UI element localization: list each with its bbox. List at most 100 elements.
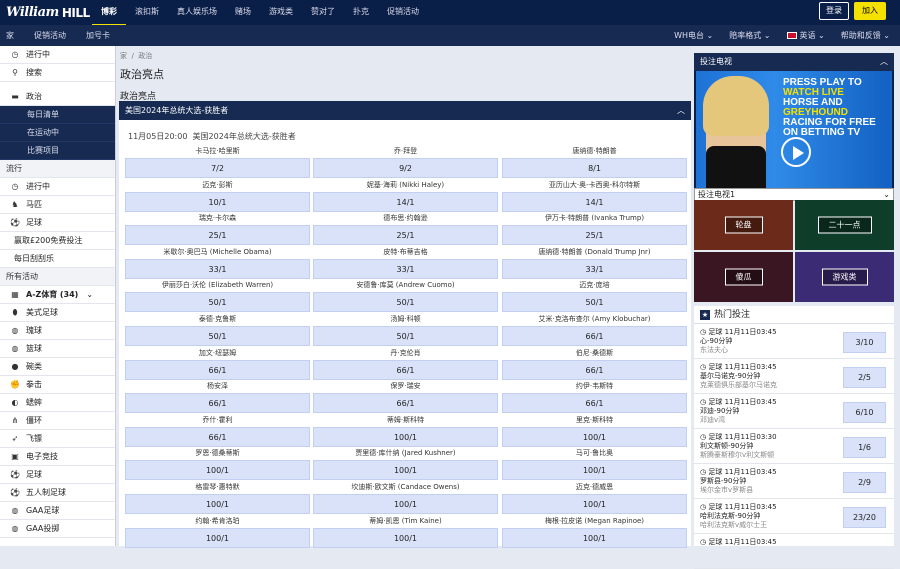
hot-bet-odds-button[interactable]: 6/10 — [843, 402, 886, 423]
odds-button[interactable]: 100/1 — [313, 494, 498, 514]
odds-button[interactable]: 50/1 — [313, 326, 498, 346]
sidebar-item-daily-list[interactable]: 每日清单 — [0, 106, 115, 124]
sidebar-sport-boxing[interactable]: ✊ 拳击 — [0, 376, 115, 394]
sidebar-item-horse[interactable]: ♞ 马匹 — [0, 196, 115, 214]
hot-bet-row[interactable]: ◷ 足球 11月11日03:45 罗斯县-90分钟 埃尔金市v罗斯县 2/9 — [694, 465, 894, 499]
sidebar-item-football[interactable]: ⚽ 足球 — [0, 214, 115, 232]
odds-button[interactable]: 66/1 — [125, 426, 310, 447]
sidebar-item-scratch[interactable]: 每日刮刮乐 — [0, 250, 115, 268]
login-button[interactable]: 登录 — [819, 2, 849, 20]
sidebar-sport-bowls[interactable]: ● 碗类 — [0, 358, 115, 376]
hot-bet-row[interactable]: ◷ 足球 11月11日03:45 心-90分钟 东法夫心 3/10 — [694, 325, 894, 359]
sidebar-item-competitions[interactable]: 比赛项目 — [0, 142, 115, 160]
odds-button[interactable]: 66/1 — [502, 359, 687, 380]
sidebar-sport-five-a-side[interactable]: ⚽ 五人制足球 — [0, 484, 115, 502]
topnav-games[interactable]: 游戏类 — [260, 0, 302, 26]
hot-bet-row[interactable]: ◷ 足球 11月11日03:45 — [694, 535, 894, 569]
tv-header[interactable]: 投注电视 ︿ — [694, 53, 894, 71]
hot-bet-row[interactable]: ◷ 足球 11月11日03:45 邓迪-90分钟 邓迪v湾 6/10 — [694, 395, 894, 429]
odds-button[interactable]: 66/1 — [313, 393, 498, 414]
tv-banner[interactable]: PRESS PLAY TO WATCH LIVE HORSE AND GREYH… — [696, 71, 892, 188]
help-menu[interactable]: 帮助和反馈 ⌄ — [841, 30, 890, 41]
odds-button[interactable]: 66/1 — [313, 359, 498, 380]
sidebar-sport-ball[interactable]: ◍ 瑰球 — [0, 322, 115, 340]
odds-button[interactable]: 50/1 — [313, 292, 498, 313]
odds-button[interactable]: 9/2 — [313, 158, 498, 178]
sidebar-sport-football[interactable]: ⚽ 足球 — [0, 466, 115, 484]
odds-button[interactable]: 14/1 — [502, 191, 687, 212]
odds-button[interactable]: 25/1 — [502, 225, 687, 246]
hot-bet-row[interactable]: ◷ 足球 11月11日03:45 哈利法克斯-90分钟 哈利法克斯v威尔士王 23/2… — [694, 500, 894, 534]
radio-menu[interactable]: WH电台 ⌄ — [674, 30, 713, 41]
sidebar-item-az[interactable]: ▦ A-Z体育 (34) ⌄ — [0, 286, 115, 304]
hot-bet-odds-button[interactable]: 1/6 — [843, 437, 886, 458]
sidebar-sport-american-football[interactable]: ⬮ 美式足球 — [0, 304, 115, 322]
game-tile-games[interactable]: 游戏类 — [795, 252, 894, 302]
odds-button[interactable]: 14/1 — [313, 191, 498, 212]
sidebar-sport-gaa-football[interactable]: ◍ GAA足球 — [0, 502, 115, 520]
odds-button[interactable]: 33/1 — [125, 258, 310, 279]
topnav-inplay[interactable]: 滚扣斯 — [126, 0, 168, 26]
odds-button[interactable]: 100/1 — [313, 426, 498, 447]
odds-button[interactable]: 100/1 — [313, 527, 498, 548]
hot-bet-row[interactable]: ◷ 足球 11月11日03:45 基尔马诺克-90分钟 克莱德俱乐部基尔马诺克 2/5 — [694, 360, 894, 394]
odds-button[interactable]: 66/1 — [125, 393, 310, 414]
sidebar-item-promo[interactable]: 赢取£200免费投注 — [0, 232, 115, 250]
sidebar-sport-dart-arrow[interactable]: ➶ 飞镖 — [0, 430, 115, 448]
hot-bet-row[interactable]: ◷ 足球 11月11日03:30 利文斯顿-90分钟 斯腾豪斯穆尔v利文斯顿 1/6 — [694, 430, 894, 464]
hot-bet-odds-button[interactable]: 2/9 — [843, 472, 886, 493]
subnav-home[interactable]: 家 — [6, 30, 14, 41]
breadcrumb-current[interactable]: 政治 — [138, 52, 152, 60]
odds-button[interactable]: 25/1 — [125, 225, 310, 246]
sidebar-item-inplay[interactable]: ◷ 进行中 — [0, 46, 115, 64]
odds-button[interactable]: 100/1 — [502, 527, 687, 548]
topnav-sports[interactable]: 博彩 — [92, 0, 126, 26]
event-name[interactable]: 美国2024年总统大选-获胜者 — [193, 132, 296, 141]
breadcrumb-home[interactable]: 家 — [120, 52, 127, 60]
odds-format-menu[interactable]: 赔率格式 ⌄ — [729, 30, 770, 41]
subnav-promotions[interactable]: 促销活动 — [34, 30, 66, 41]
odds-button[interactable]: 66/1 — [125, 359, 310, 380]
topnav-poker[interactable]: 扑克 — [344, 0, 378, 26]
game-tile-roulette[interactable]: 轮盘 — [694, 200, 793, 250]
game-tile-slots[interactable]: 傻瓜 — [694, 252, 793, 302]
sidebar-sport-gaa-hurling[interactable]: ◍ GAA投掷 — [0, 520, 115, 538]
game-tile-blackjack[interactable]: 二十一点 — [795, 200, 894, 250]
topnav-promotions[interactable]: 促销活动 — [378, 0, 428, 26]
sidebar-item-search[interactable]: ⚲ 搜索 — [0, 64, 115, 82]
join-button[interactable]: 加入 — [854, 2, 886, 20]
sidebar-item-politics[interactable]: ▬ 政治 — [0, 88, 115, 106]
odds-button[interactable]: 100/1 — [502, 494, 687, 514]
odds-button[interactable]: 7/2 — [125, 158, 310, 178]
odds-button[interactable]: 50/1 — [125, 292, 310, 313]
odds-button[interactable]: 100/1 — [502, 426, 687, 447]
odds-button[interactable]: 66/1 — [502, 326, 687, 346]
odds-button[interactable]: 8/1 — [502, 158, 687, 178]
odds-button[interactable]: 100/1 — [125, 527, 310, 548]
topnav-vegas[interactable]: 赞对了 — [302, 0, 344, 26]
market-header[interactable]: 美国2024年总统大选-获胜者 ︿ — [119, 101, 691, 120]
odds-button[interactable]: 100/1 — [502, 460, 687, 481]
odds-button[interactable]: 25/1 — [313, 225, 498, 246]
odds-button[interactable]: 100/1 — [313, 460, 498, 481]
hot-bet-odds-button[interactable]: 23/20 — [843, 507, 886, 528]
subnav-plus-card[interactable]: 加号卡 — [86, 30, 110, 41]
sidebar-sport-cricket[interactable]: ◐ 蟋蟀 — [0, 394, 115, 412]
odds-button[interactable]: 33/1 — [502, 258, 687, 279]
hot-bet-odds-button[interactable]: 2/5 — [843, 367, 886, 388]
hot-bet-odds-button[interactable]: 3/10 — [843, 332, 886, 353]
odds-button[interactable]: 33/1 — [313, 258, 498, 279]
sidebar-sport-basketball[interactable]: ◍ 篮球 — [0, 340, 115, 358]
odds-button[interactable]: 50/1 — [502, 292, 687, 313]
topnav-casino[interactable]: 赌场 — [226, 0, 260, 26]
odds-button[interactable]: 100/1 — [125, 460, 310, 481]
odds-button[interactable]: 100/1 — [125, 494, 310, 514]
sidebar-item-in-play[interactable]: 在运动中 — [0, 124, 115, 142]
topnav-live-casino[interactable]: 真人娱乐场 — [168, 0, 226, 26]
odds-button[interactable]: 50/1 — [125, 326, 310, 346]
play-icon[interactable] — [781, 137, 811, 167]
william-hill-logo[interactable]: William HILL — [6, 3, 90, 23]
odds-button[interactable]: 10/1 — [125, 191, 310, 212]
sidebar-item-popular-inplay[interactable]: ◷ 进行中 — [0, 178, 115, 196]
sidebar-sport-darts[interactable]: ⋔ 僵环 — [0, 412, 115, 430]
